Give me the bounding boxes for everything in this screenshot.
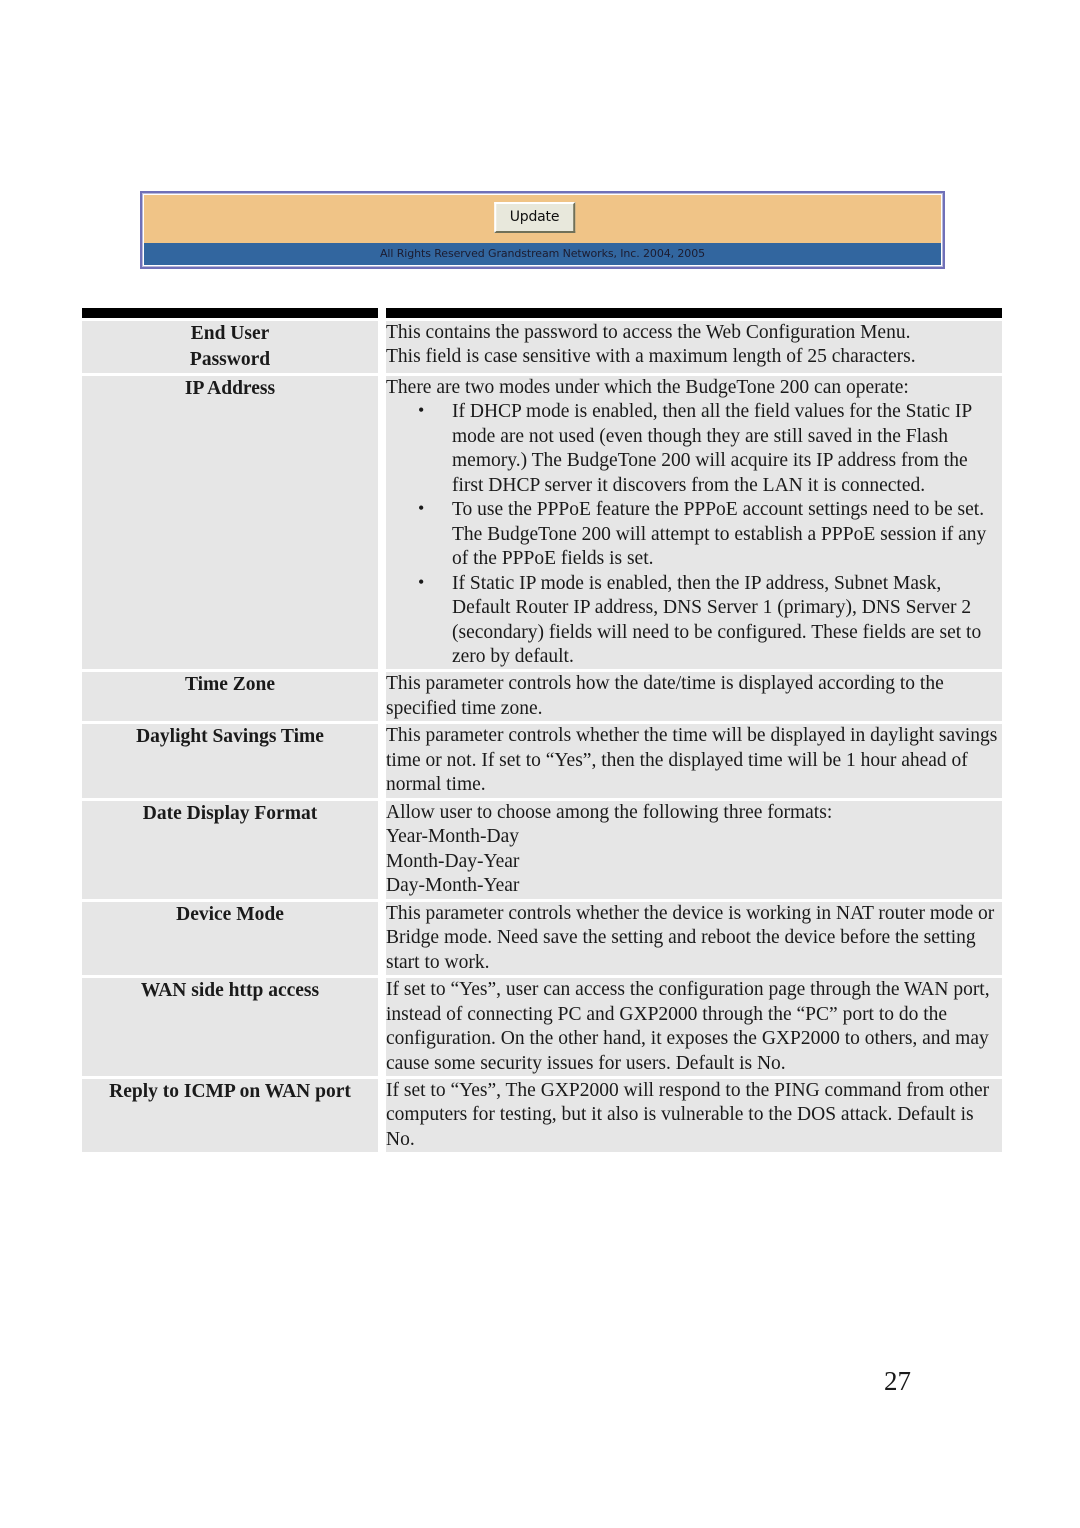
table-row: IP Address There are two modes under whic…: [82, 372, 1002, 670]
parameter-label-line: Daylight Savings Time: [136, 726, 324, 748]
column-gutter: [378, 372, 386, 670]
description-paragraph: This parameter controls whether the devi…: [386, 902, 995, 973]
parameter-label-cell: IP Address: [82, 372, 378, 670]
page-number: 27: [884, 1366, 911, 1396]
parameter-label-line: End User: [190, 323, 270, 344]
description-paragraph: If set to “Yes”, user can access the con…: [386, 979, 990, 1074]
description-paragraph: Year-Month-Day: [386, 826, 520, 848]
parameter-description-cell: This parameter controls whether the devi…: [386, 898, 1002, 976]
parameter-description-cell: If set to “Yes”, user can access the con…: [386, 975, 1002, 1076]
parameter-label-cell: Reply to ICMP on WAN port: [82, 1075, 378, 1153]
parameter-label-cell: Daylight Savings Time: [82, 721, 378, 798]
parameter-label-cell: Date Display Format: [82, 797, 378, 899]
parameter-label-line: Password: [189, 348, 271, 370]
copyright-footer: All Rights Reserved Grandstream Networks…: [144, 243, 941, 265]
parameter-table: End User Password This contains the passwo…: [82, 318, 1002, 1153]
parameter-label-line: Reply to ICMP on WAN port: [109, 1080, 351, 1102]
table-top-rule-right: [386, 308, 1002, 318]
column-gutter: [378, 797, 386, 899]
description-paragraph: This field is case sensitive with a maxi…: [386, 346, 916, 368]
table-row: Reply to ICMP on WAN port If set to “Yes”…: [82, 1075, 1002, 1153]
parameter-description-cell: If set to “Yes”, The GXP2000 will respon…: [386, 1075, 1002, 1153]
column-gutter: [378, 669, 386, 722]
parameter-description-cell: This contains the password to access the…: [386, 318, 1002, 373]
description-paragraph: Month-Day-Year: [386, 850, 520, 872]
table-row: Daylight Savings Time This parameter cont…: [82, 721, 1002, 798]
description-bullet-list: If DHCP mode is enabled, then all the fi…: [386, 399, 1002, 670]
column-gutter: [378, 318, 386, 373]
table-top-rule: [82, 308, 1002, 318]
parameter-label-line: Time Zone: [184, 674, 276, 696]
table-row: Date Display Format Allow user to choose …: [82, 797, 1002, 899]
parameter-table-container: End User Password This contains the passwo…: [82, 308, 1002, 1153]
column-gutter: [378, 898, 386, 976]
web-config-panel-screenshot: Update All Rights Reserved Grandstream N…: [140, 191, 945, 269]
web-config-panel-frame: Update All Rights Reserved Grandstream N…: [142, 193, 943, 267]
description-paragraph: If set to “Yes”, The GXP2000 will respon…: [386, 1079, 990, 1150]
parameter-label-cell: WAN side http access: [82, 975, 378, 1076]
table-row: WAN side http access If set to “Yes”, use…: [82, 975, 1002, 1076]
table-row: End User Password This contains the passwo…: [82, 318, 1002, 373]
update-button[interactable]: Update: [493, 202, 576, 233]
table-row: Device Mode This parameter controls wheth…: [82, 898, 1002, 976]
description-paragraph: This parameter controls how the date/tim…: [386, 673, 944, 719]
parameter-label-cell: End User Password: [82, 318, 378, 373]
description-paragraph: Day-Month-Year: [386, 875, 520, 897]
column-gutter: [378, 721, 386, 798]
table-top-rule-gap: [378, 308, 386, 318]
table-top-rule-left: [82, 308, 378, 318]
bullet-item: If Static IP mode is enabled, then the I…: [386, 571, 1002, 670]
column-gutter: [378, 1075, 386, 1153]
parameter-description-cell: This parameter controls whether the time…: [386, 721, 1002, 798]
bullet-item: If DHCP mode is enabled, then all the fi…: [386, 399, 1002, 498]
parameter-label-cell: Device Mode: [82, 898, 378, 976]
description-paragraph: Allow user to choose among the following…: [386, 801, 833, 823]
column-gutter: [378, 975, 386, 1076]
parameter-label-line: Date Display Format: [142, 802, 318, 824]
parameter-description-cell: Allow user to choose among the following…: [386, 797, 1002, 899]
parameter-label-line: IP Address: [184, 377, 276, 399]
description-paragraph: There are two modes under which the Budg…: [386, 376, 909, 398]
table-row: Time Zone This parameter controls how the…: [82, 669, 1002, 722]
parameter-label-line: Device Mode: [176, 903, 284, 925]
parameter-label-cell: Time Zone: [82, 669, 378, 722]
description-paragraph: This parameter controls whether the time…: [386, 725, 998, 796]
description-paragraph: This contains the password to access the…: [386, 322, 911, 343]
bullet-item: To use the PPPoE feature the PPPoE accou…: [386, 497, 1002, 571]
parameter-label-line: WAN side http access: [140, 980, 320, 1002]
parameter-description-cell: There are two modes under which the Budg…: [386, 372, 1002, 670]
web-config-toolbar: Update: [144, 195, 941, 243]
parameter-description-cell: This parameter controls how the date/tim…: [386, 669, 1002, 722]
